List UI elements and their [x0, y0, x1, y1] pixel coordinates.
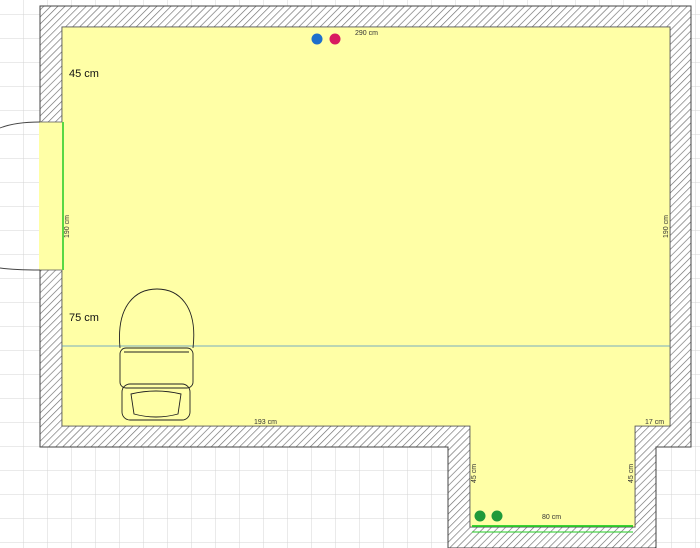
alcove-right-depth-label: 45 cm [628, 464, 635, 483]
door-opening [39, 122, 63, 270]
bottom-left-width-label: 193 cm [254, 419, 277, 426]
right-wall-height-label: 190 cm [663, 215, 670, 238]
drain-2 [491, 510, 503, 522]
bottom-right-width-label: 17 cm [645, 419, 664, 426]
top-wall-width-label: 290 cm [355, 30, 378, 37]
hot-water-inlet [329, 33, 341, 45]
alcove-left-depth-label: 45 cm [471, 464, 478, 483]
drain-1 [474, 510, 486, 522]
upper-height-mark: 45 cm [69, 68, 99, 80]
alcove-width-label: 80 cm [542, 514, 561, 521]
floor-plan: 290 cm 193 cm 17 cm 80 cm 190 cm 190 cm … [0, 0, 700, 548]
cold-water-inlet [311, 33, 323, 45]
left-wall-height-label: 190 cm [64, 215, 71, 238]
lower-height-mark: 75 cm [69, 312, 99, 324]
